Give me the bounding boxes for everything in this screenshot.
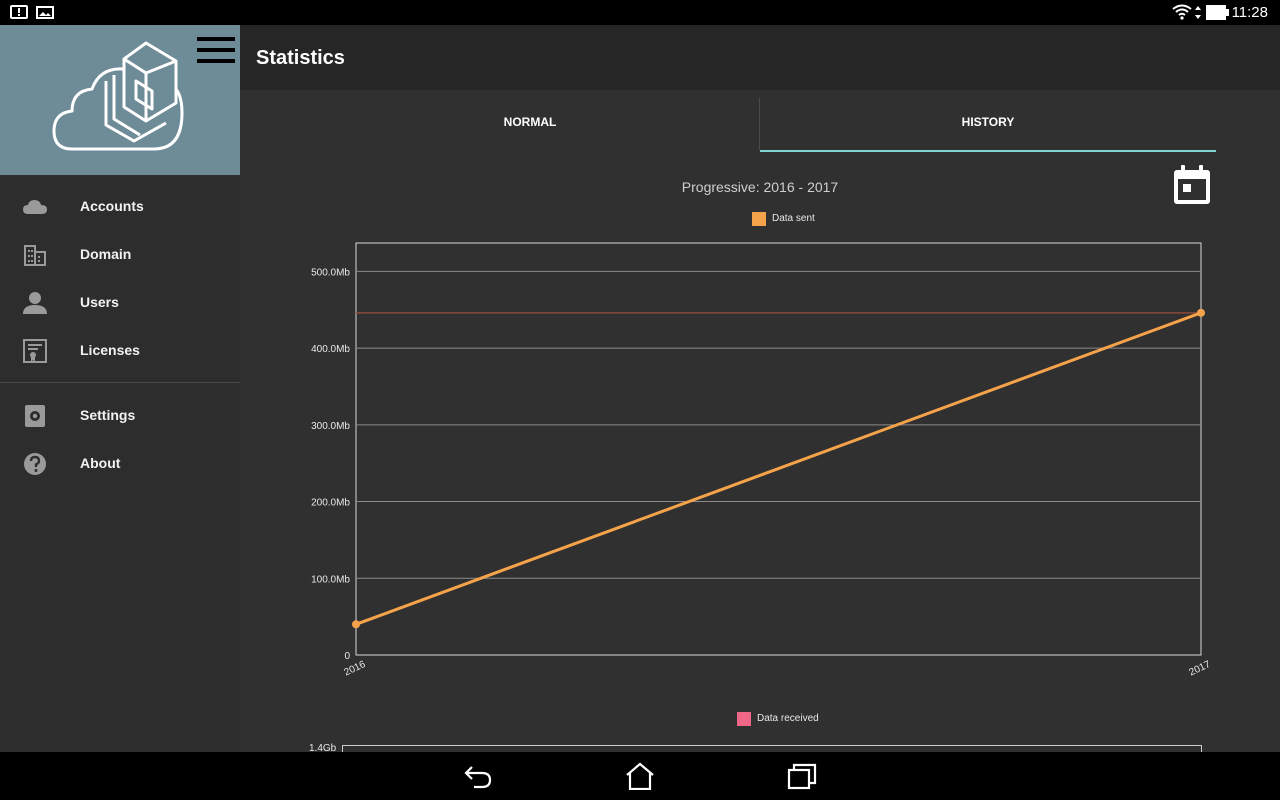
second-chart-ytick: 1.4Gb [309, 743, 337, 752]
legend-label-data-sent: Data sent [772, 213, 815, 224]
y-tick-label: 0 [344, 651, 350, 662]
legend-swatch-data-received [737, 712, 751, 726]
drawer-item-settings[interactable]: Settings [0, 392, 240, 440]
building-icon [24, 245, 46, 266]
app-bar: Statistics [240, 25, 1280, 90]
data-arrows-icon [1195, 6, 1201, 19]
y-tick-label: 200.0Mb [311, 498, 350, 509]
legend-label-data-received: Data received [757, 713, 819, 724]
drawer-item-licenses[interactable]: Licenses [0, 327, 240, 375]
battery-icon [1206, 5, 1229, 20]
data-sent-chart: 0100.0Mb200.0Mb300.0Mb400.0Mb500.0Mb2016… [311, 242, 1213, 679]
gear-icon [25, 405, 45, 427]
data-received-chart [342, 745, 1202, 752]
tab-history[interactable]: HISTORY [760, 90, 1216, 152]
series-line-data-sent [355, 311, 1202, 626]
clock: 11:28 [1231, 4, 1268, 21]
recents-icon[interactable] [786, 762, 818, 790]
y-tick-label: 300.0Mb [311, 421, 350, 432]
data-point [1197, 308, 1205, 317]
person-icon [23, 292, 47, 314]
x-tick-label: 2017 [1188, 659, 1213, 679]
drawer-item-about[interactable]: About [0, 440, 240, 488]
home-icon[interactable] [624, 762, 656, 790]
statistics-content: NORMAL HISTORY Progressive: 2016 - 2017 … [240, 90, 1280, 752]
wifi-icon [1172, 4, 1192, 20]
hamburger-menu-icon[interactable] [197, 37, 235, 63]
page-title: Statistics [256, 47, 345, 69]
y-tick-label: 100.0Mb [311, 574, 350, 585]
image-icon [36, 6, 54, 19]
drawer-item-domain[interactable]: Domain [0, 231, 240, 279]
help-icon [24, 453, 46, 475]
legend-swatch-data-sent [752, 212, 766, 226]
back-icon[interactable] [462, 762, 494, 790]
drawer-item-users[interactable]: Users [0, 279, 240, 327]
system-nav-bar [0, 752, 1280, 800]
plot-frame [355, 242, 1202, 656]
y-tick-label: 400.0Mb [311, 344, 350, 355]
chart-title: Progressive: 2016 - 2017 [681, 179, 839, 195]
data-point [352, 620, 360, 629]
navigation-drawer: Accounts Domain Users Licenses Settings … [0, 25, 240, 752]
cloud-cube-logo [52, 41, 184, 151]
drawer-header [0, 25, 240, 175]
tab-normal[interactable]: NORMAL [300, 90, 760, 152]
tab-indicator [760, 150, 1216, 152]
certificate-icon [23, 339, 47, 363]
status-bar: 11:28 [0, 0, 1280, 25]
cloud-icon [23, 200, 47, 214]
y-tick-label: 500.0Mb [311, 267, 350, 278]
alert-icon [10, 5, 28, 19]
drawer-divider [0, 382, 240, 383]
drawer-item-accounts[interactable]: Accounts [0, 183, 240, 231]
